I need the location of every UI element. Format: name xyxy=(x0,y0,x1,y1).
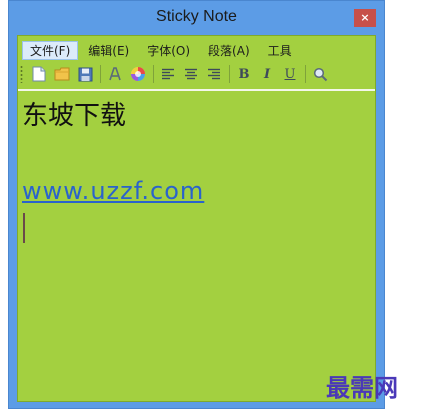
menu-paragraph[interactable]: 段落(A) xyxy=(200,41,258,60)
menu-font[interactable]: 字体(O) xyxy=(139,41,198,60)
align-right-button[interactable] xyxy=(204,64,224,84)
window-title: Sticky Note xyxy=(156,8,237,25)
align-center-icon xyxy=(184,68,198,80)
text-caret xyxy=(23,213,25,243)
bold-button[interactable]: B xyxy=(234,64,254,84)
save-icon xyxy=(78,67,93,82)
note-text-area[interactable]: 东坡下载 www.uzzf.com xyxy=(20,93,373,399)
new-file-button[interactable] xyxy=(29,64,49,84)
color-picker-icon xyxy=(130,66,146,82)
menu-tools[interactable]: 工具 xyxy=(260,41,300,60)
align-center-button[interactable] xyxy=(181,64,201,84)
close-button[interactable]: × xyxy=(354,9,376,27)
new-file-icon xyxy=(32,66,46,82)
toolbar-separator xyxy=(100,65,101,83)
toolbar: B I U xyxy=(20,62,373,86)
menu-file[interactable]: 文件(F) xyxy=(22,40,79,60)
search-button[interactable] xyxy=(310,64,330,84)
menu-bar: 文件(F) 编辑(E) 字体(O) 段落(A) 工具 xyxy=(22,40,371,60)
align-right-icon xyxy=(207,68,221,80)
watermark-logo: 最需网 xyxy=(326,373,398,402)
menu-edit[interactable]: 编辑(E) xyxy=(80,41,137,60)
align-left-icon xyxy=(161,68,175,80)
toolbar-grip[interactable] xyxy=(20,65,23,83)
save-button[interactable] xyxy=(75,64,95,84)
underline-button[interactable]: U xyxy=(280,64,300,84)
bold-icon: B xyxy=(238,66,250,82)
title-bar[interactable]: Sticky Note × xyxy=(9,1,384,35)
font-button[interactable] xyxy=(105,64,125,84)
color-button[interactable] xyxy=(128,64,148,84)
note-link[interactable]: www.uzzf.com xyxy=(22,177,204,205)
sticky-note-window: Sticky Note × 文件(F) 编辑(E) 字体(O) 段落(A) 工具 xyxy=(8,0,385,409)
search-icon xyxy=(313,67,328,82)
align-left-button[interactable] xyxy=(158,64,178,84)
note-body: 文件(F) 编辑(E) 字体(O) 段落(A) 工具 B I U 东坡下载 ww… xyxy=(17,35,376,402)
italic-icon: I xyxy=(263,66,271,82)
underline-icon: U xyxy=(284,66,296,82)
italic-button[interactable]: I xyxy=(257,64,277,84)
toolbar-divider xyxy=(18,89,375,91)
toolbar-separator xyxy=(153,65,154,83)
open-button[interactable] xyxy=(52,64,72,84)
open-folder-icon xyxy=(54,67,70,81)
toolbar-separator xyxy=(229,65,230,83)
font-icon xyxy=(107,67,123,81)
note-text-line: 东坡下载 xyxy=(22,101,127,131)
toolbar-separator xyxy=(305,65,306,83)
